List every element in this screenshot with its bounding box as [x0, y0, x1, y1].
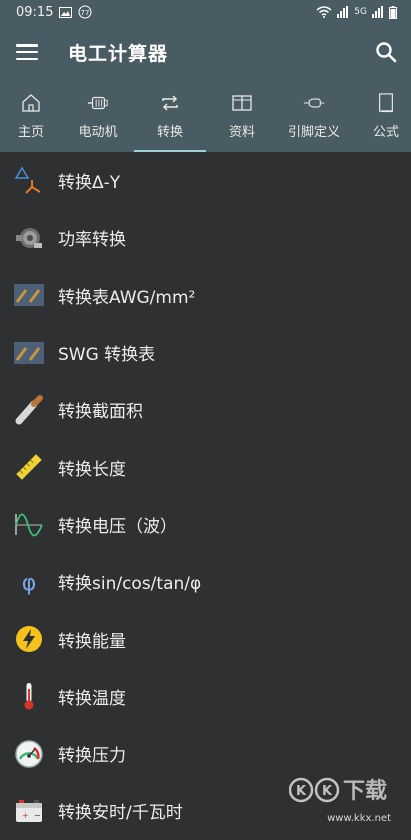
formula-icon [379, 92, 393, 112]
tab-label: 电动机 [78, 124, 118, 140]
book-icon [232, 94, 252, 111]
tab-formula[interactable]: 公式 [350, 80, 411, 152]
wire-gauge-icon [14, 338, 44, 368]
list-item-awg-table[interactable]: 转换表AWG/mm² [0, 267, 411, 324]
svg-text:下载: 下载 [343, 778, 387, 804]
tab-pinout[interactable]: 引脚定义 [278, 80, 350, 152]
list-item-cross-section[interactable]: 转换截面积 [0, 381, 411, 438]
list-item-voltage-wave[interactable]: 转换电压（波） [0, 496, 411, 553]
motor-photo-icon [14, 223, 44, 253]
svg-text:K: K [296, 784, 307, 799]
signal-icon-2 [372, 6, 383, 18]
network-type: 5G [354, 7, 367, 17]
gauge-icon [14, 739, 44, 769]
item-label: 转换截面积 [58, 402, 143, 423]
signal-icon [337, 6, 349, 18]
item-label: 功率转换 [58, 230, 126, 251]
tab-label: 转换 [156, 124, 183, 140]
list-item-temperature[interactable]: 转换温度 [0, 668, 411, 725]
search-icon[interactable] [375, 41, 397, 63]
conversion-list: 转换Δ-Y 功率转换 转换表AWG/mm² SWG 转换表 转换截面积 转换长度 [0, 152, 411, 840]
list-item-energy[interactable]: 转换能量 [0, 610, 411, 667]
tab-label: 公式 [372, 124, 399, 140]
item-label: 转换sin/cos/tan/φ [58, 574, 202, 595]
item-label: 转换安时/千瓦时 [58, 803, 183, 824]
battery-status-icon [389, 5, 397, 19]
watermark-url: www.kkx.net [327, 813, 391, 824]
svg-text:φ: φ [22, 571, 37, 596]
tab-home[interactable]: 主页 [0, 80, 62, 152]
item-label: 转换压力 [58, 746, 126, 767]
list-item-trig[interactable]: φ 转换sin/cos/tan/φ [0, 553, 411, 610]
wire-gauge-icon [14, 280, 44, 310]
svg-text:77: 77 [81, 9, 90, 17]
tab-reference[interactable]: 资料 [206, 80, 278, 152]
item-label: 转换表AWG/mm² [58, 287, 196, 308]
notification-badge-icon: 77 [78, 5, 92, 19]
pin-icon [303, 98, 325, 107]
svg-text:−: − [34, 811, 41, 820]
delta-y-icon [14, 166, 44, 196]
item-label: 转换长度 [58, 459, 126, 480]
status-bar: 09:15 77 5G [0, 0, 411, 24]
list-item-delta-y[interactable]: 转换Δ-Y [0, 152, 411, 209]
app-bar: 电工计算器 [0, 24, 411, 80]
menu-icon[interactable] [16, 44, 38, 60]
item-label: 转换电压（波） [58, 516, 177, 537]
svg-text:+: + [22, 811, 29, 820]
item-label: SWG 转换表 [58, 345, 156, 366]
motor-icon [87, 96, 108, 109]
app-title: 电工计算器 [68, 42, 169, 65]
item-label: 转换温度 [58, 688, 126, 709]
list-item-length[interactable]: 转换长度 [0, 438, 411, 495]
convert-icon [162, 94, 178, 111]
wifi-icon [316, 6, 332, 18]
phi-icon: φ [14, 567, 44, 597]
image-icon [59, 6, 73, 18]
lightning-icon [14, 624, 44, 654]
status-time: 09:15 [16, 4, 54, 20]
item-label: 转换能量 [58, 631, 126, 652]
home-icon [22, 93, 40, 112]
cable-section-icon [14, 394, 44, 425]
ruler-icon [14, 452, 44, 482]
tab-convert[interactable]: 转换 [134, 80, 206, 152]
sine-wave-icon [14, 509, 44, 539]
tab-bar: 主页 电动机 转换 资料 引脚定义 公式 [0, 80, 411, 152]
list-item-power[interactable]: 功率转换 [0, 209, 411, 266]
tab-motor[interactable]: 电动机 [62, 80, 134, 152]
tab-label: 资料 [228, 124, 255, 140]
watermark-logo-icon: K K 下载 [288, 777, 387, 804]
list-item-swg-table[interactable]: SWG 转换表 [0, 324, 411, 381]
battery-icon: + − [14, 796, 44, 826]
tab-label: 引脚定义 [287, 124, 340, 140]
svg-text:K: K [322, 784, 333, 799]
thermometer-icon [14, 681, 44, 711]
tab-label: 主页 [17, 124, 44, 140]
item-label: 转换Δ-Y [58, 173, 121, 194]
